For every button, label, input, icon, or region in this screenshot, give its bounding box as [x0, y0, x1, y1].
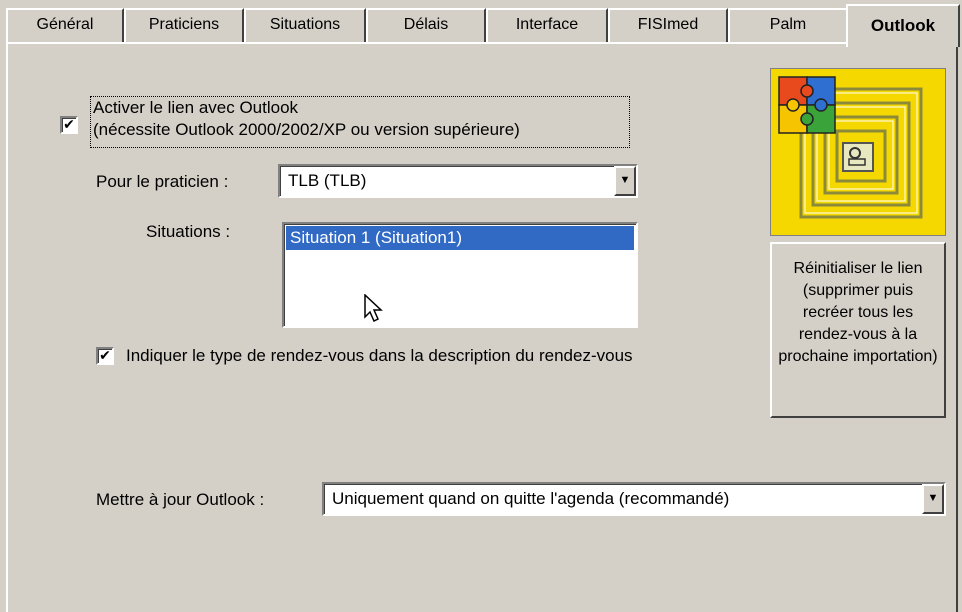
tab-palm[interactable]: Palm — [728, 8, 848, 42]
tab-delais[interactable]: Délais — [366, 8, 486, 42]
outlook-tab-panel — [6, 42, 958, 612]
tab-fisimed[interactable]: FISImed — [608, 8, 728, 42]
tab-general[interactable]: Général — [6, 8, 124, 42]
tab-interface[interactable]: Interface — [486, 8, 608, 42]
tab-outlook[interactable]: Outlook — [846, 4, 960, 47]
tab-praticiens[interactable]: Praticiens — [124, 8, 244, 42]
tab-situations[interactable]: Situations — [244, 8, 366, 42]
